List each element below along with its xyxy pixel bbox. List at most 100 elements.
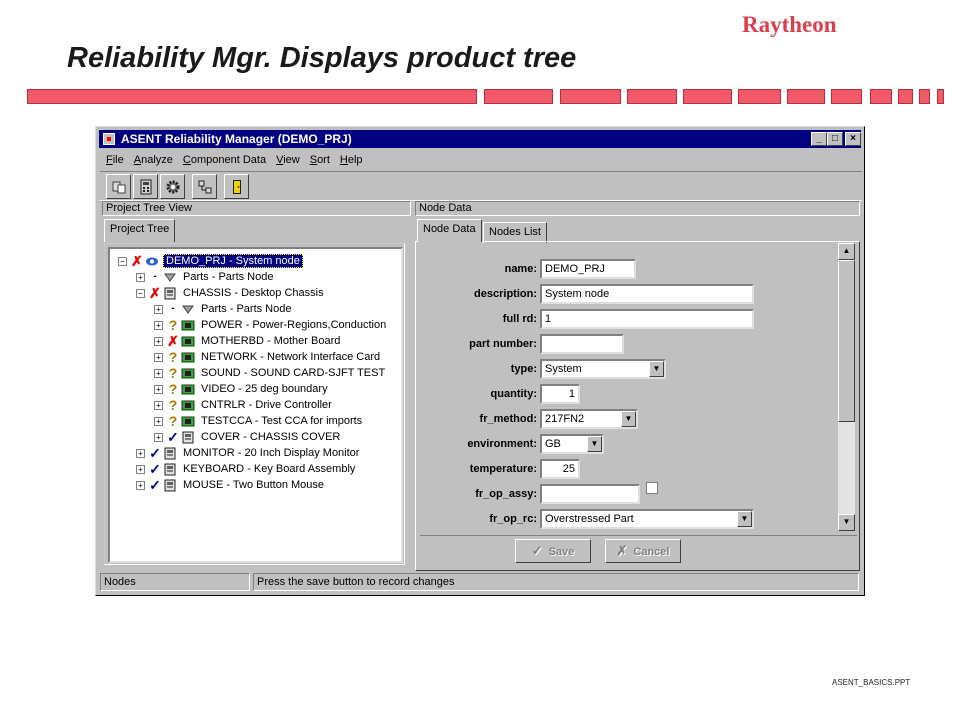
expand-icon[interactable]: + bbox=[154, 304, 163, 314]
tree-node[interactable]: +? TESTCCA - Test CCA for imports bbox=[154, 413, 364, 429]
tree-node-label: POWER - Power-Regions,Conduction bbox=[201, 319, 387, 331]
form-scrollbar[interactable]: ▲ ▼ bbox=[838, 243, 855, 531]
full-rd-field[interactable]: 1 bbox=[540, 309, 754, 329]
tree-node[interactable]: + ✓ KEYBOARD - Key Board Assembly bbox=[136, 461, 357, 477]
tree-node-label: SOUND - SOUND CARD-SJFT TEST bbox=[201, 367, 386, 379]
red-bar-segment bbox=[484, 89, 553, 104]
expand-icon[interactable]: + bbox=[136, 448, 145, 458]
component-icon bbox=[164, 463, 176, 475]
tree-node[interactable]: + ✓ COVER - CHASSIS COVER bbox=[154, 429, 342, 445]
left-pane-header: Project Tree View bbox=[102, 201, 411, 216]
tree-node[interactable]: − ✗ DEMO_PRJ - System node bbox=[118, 253, 303, 269]
settings-tool-button[interactable] bbox=[160, 174, 185, 199]
tree-node[interactable]: + ✓ MOUSE - Two Button Mouse bbox=[136, 477, 326, 493]
tree-node[interactable]: + ✓ MONITOR - 20 Inch Display Monitor bbox=[136, 445, 361, 461]
menu-analyze[interactable]: Analyze bbox=[129, 151, 178, 169]
scroll-up-button[interactable]: ▲ bbox=[838, 243, 855, 260]
dropdown-arrow-icon[interactable]: ▼ bbox=[587, 436, 602, 452]
red-bar-segment bbox=[787, 89, 825, 104]
checkmark-icon: ✓ bbox=[531, 543, 543, 558]
project-tree[interactable]: − ✗ DEMO_PRJ - System node + - Parts - Parts … bbox=[108, 247, 403, 563]
red-bar-segment bbox=[627, 89, 677, 104]
dash-icon: - bbox=[171, 303, 175, 314]
minimize-button[interactable]: _ bbox=[811, 132, 827, 146]
collapse-icon[interactable]: − bbox=[136, 288, 145, 298]
tree-node[interactable]: +? NETWORK - Network Interface Card bbox=[154, 349, 382, 365]
menu-view[interactable]: View bbox=[271, 151, 305, 169]
parts-icon bbox=[112, 181, 125, 194]
status-nodes: Nodes bbox=[100, 573, 250, 591]
scroll-down-button[interactable]: ▼ bbox=[838, 514, 855, 531]
expand-icon[interactable]: + bbox=[154, 432, 163, 442]
expand-icon[interactable]: + bbox=[154, 336, 163, 346]
close-button[interactable]: × bbox=[845, 132, 861, 146]
expand-icon[interactable]: + bbox=[154, 384, 163, 394]
window-titlebar[interactable]: ASENT Reliability Manager (DEMO_PRJ) _ □… bbox=[99, 130, 861, 148]
fr-op-assy-checkbox[interactable] bbox=[646, 482, 658, 494]
field-label: type: bbox=[510, 363, 537, 375]
expand-icon[interactable]: + bbox=[136, 480, 145, 490]
field-value: System bbox=[545, 363, 582, 375]
name-field[interactable]: DEMO_PRJ bbox=[540, 259, 636, 279]
menu-file[interactable]: File bbox=[101, 151, 129, 169]
environment-select[interactable]: GB ▼ bbox=[540, 434, 604, 454]
temperature-field[interactable]: 25 bbox=[540, 459, 580, 479]
tree-node[interactable]: +? POWER - Power-Regions,Conduction bbox=[154, 317, 388, 333]
app-icon[interactable] bbox=[103, 133, 115, 145]
expand-icon[interactable]: + bbox=[154, 400, 163, 410]
field-label: full rd: bbox=[502, 313, 537, 325]
save-button[interactable]: ✓ Save bbox=[515, 539, 591, 563]
dropdown-arrow-icon[interactable]: ▼ bbox=[621, 411, 636, 427]
menu-help[interactable]: Help bbox=[335, 151, 368, 169]
parts-tool-button[interactable] bbox=[106, 174, 131, 199]
expand-icon[interactable]: + bbox=[136, 272, 145, 282]
expand-icon[interactable]: + bbox=[154, 320, 163, 330]
tree-node-label: VIDEO - 25 deg boundary bbox=[201, 383, 328, 395]
question-mark-icon: ? bbox=[168, 365, 178, 381]
exit-tool-button[interactable] bbox=[224, 174, 249, 199]
fr-op-rc-select[interactable]: Overstressed Part ▼ bbox=[540, 509, 754, 529]
error-x-icon: ✗ bbox=[149, 285, 161, 301]
tree-tool-button[interactable] bbox=[192, 174, 217, 199]
tab-nodes-list[interactable]: Nodes List bbox=[483, 222, 547, 243]
fr-op-assy-field[interactable] bbox=[540, 484, 640, 504]
dropdown-arrow-icon[interactable]: ▼ bbox=[649, 361, 664, 377]
expand-icon[interactable]: + bbox=[154, 368, 163, 378]
tree-node[interactable]: +? SOUND - SOUND CARD-SJFT TEST bbox=[154, 365, 387, 381]
tree-node-label: CNTRLR - Drive Controller bbox=[201, 399, 332, 411]
fr-method-select[interactable]: 217FN2 ▼ bbox=[540, 409, 638, 429]
expand-icon[interactable]: + bbox=[154, 416, 163, 426]
dropdown-arrow-icon[interactable]: ▼ bbox=[737, 511, 752, 527]
tab-node-data[interactable]: Node Data bbox=[417, 219, 482, 242]
field-value: 1 bbox=[568, 388, 575, 400]
maximize-button[interactable]: □ bbox=[827, 132, 843, 146]
cancel-button[interactable]: ✗ Cancel bbox=[605, 539, 681, 563]
field-value: 25 bbox=[562, 463, 575, 475]
red-bar-segment bbox=[27, 89, 477, 104]
expand-icon[interactable]: + bbox=[154, 352, 163, 362]
description-field[interactable]: System node bbox=[540, 284, 754, 304]
tab-project-tree[interactable]: Project Tree bbox=[104, 219, 176, 242]
field-label: fr_method: bbox=[479, 413, 537, 425]
collapse-icon[interactable]: − bbox=[118, 256, 127, 266]
part-number-field[interactable] bbox=[540, 334, 624, 354]
red-bar-segment bbox=[738, 89, 781, 104]
calculator-tool-button[interactable] bbox=[133, 174, 158, 199]
quantity-field[interactable]: 1 bbox=[540, 384, 580, 404]
tree-node[interactable]: +? CNTRLR - Drive Controller bbox=[154, 397, 334, 413]
tree-node[interactable]: +? VIDEO - 25 deg boundary bbox=[154, 381, 330, 397]
tree-node[interactable]: + - Parts - Parts Node bbox=[154, 301, 293, 317]
tree-node[interactable]: + - Parts - Parts Node bbox=[136, 269, 275, 285]
type-select[interactable]: System ▼ bbox=[540, 359, 666, 379]
red-bar-segment bbox=[919, 89, 930, 104]
scroll-thumb[interactable] bbox=[838, 260, 855, 422]
tree-node[interactable]: + ✗ MOTHERBD - Mother Board bbox=[154, 333, 342, 349]
tree-node-label: MOUSE - Two Button Mouse bbox=[183, 479, 325, 491]
tree-node[interactable]: − ✗ CHASSIS - Desktop Chassis bbox=[136, 285, 326, 301]
menu-component-data[interactable]: Component Data bbox=[178, 151, 271, 169]
expand-icon[interactable]: + bbox=[136, 464, 145, 474]
node-data-form: name: DEMO_PRJ description: System node full… bbox=[420, 246, 841, 533]
tree-node-label: KEYBOARD - Key Board Assembly bbox=[183, 463, 356, 475]
menu-sort[interactable]: Sort bbox=[305, 151, 335, 169]
field-value: DEMO_PRJ bbox=[545, 263, 605, 275]
